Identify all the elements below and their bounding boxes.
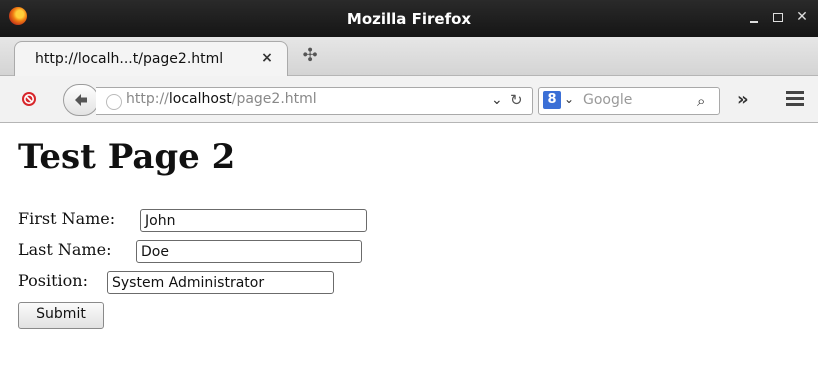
binoculars-icon[interactable]: ⌕: [697, 92, 705, 110]
new-tab-icon[interactable]: ✣: [302, 47, 318, 65]
url-scheme: http://: [126, 91, 169, 107]
tab-title: http://localh...t/page2.html: [35, 51, 224, 67]
position-label: Position:: [18, 271, 88, 290]
submit-button[interactable]: Submit: [18, 302, 104, 329]
globe-icon: [106, 94, 122, 110]
position-field[interactable]: System Administrator: [107, 271, 334, 294]
back-button[interactable]: [63, 84, 99, 116]
tab-strip: http://localh...t/page2.html × ✣: [0, 37, 818, 76]
last-name-field[interactable]: Doe: [136, 240, 362, 263]
minimize-icon[interactable]: [746, 9, 762, 25]
title-bar: Mozilla Firefox ✕: [0, 0, 818, 37]
dropdown-arrow-icon[interactable]: ⌄: [491, 92, 503, 108]
stop-icon[interactable]: [21, 91, 37, 107]
search-bar[interactable]: 8 ⌄ Google ⌕: [538, 87, 720, 115]
address-bar[interactable]: http://localhost/page2.html ⌄ ↻: [96, 87, 533, 115]
page-content: Test Page 2 First Name: John Last Name: …: [0, 123, 818, 374]
reload-icon[interactable]: ↻: [510, 91, 523, 109]
hamburger-menu-icon[interactable]: [786, 90, 806, 108]
tab-page2[interactable]: http://localh...t/page2.html ×: [14, 41, 288, 76]
window-title: Mozilla Firefox: [346, 10, 472, 28]
last-name-label: Last Name:: [18, 240, 112, 259]
overflow-icon[interactable]: »: [737, 89, 749, 110]
first-name-field[interactable]: John: [140, 209, 367, 232]
close-icon[interactable]: ✕: [794, 9, 810, 25]
search-engine-dropdown-icon[interactable]: ⌄: [564, 92, 574, 106]
tab-close-icon[interactable]: ×: [259, 50, 275, 66]
page-title: Test Page 2: [18, 137, 236, 177]
browser-window: Mozilla Firefox ✕ http://localh...t/page…: [0, 0, 818, 374]
url-path: /page2.html: [231, 91, 317, 107]
search-placeholder: Google: [583, 92, 633, 108]
url-text[interactable]: http://localhost/page2.html: [126, 91, 317, 107]
url-host: localhost: [168, 91, 232, 107]
google-icon[interactable]: 8: [543, 91, 561, 109]
navigation-bar: http://localhost/page2.html ⌄ ↻ 8 ⌄ Goog…: [0, 76, 818, 123]
first-name-label: First Name:: [18, 209, 116, 228]
maximize-icon[interactable]: [770, 9, 786, 25]
back-arrow-icon: [75, 94, 87, 106]
